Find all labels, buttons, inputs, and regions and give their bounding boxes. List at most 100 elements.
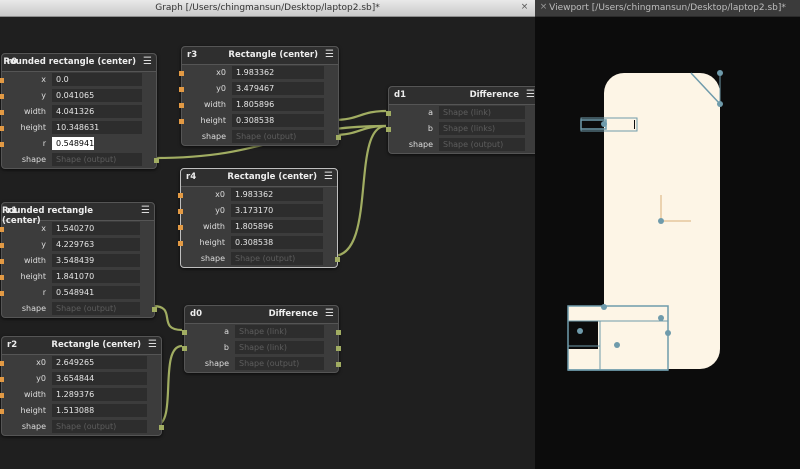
- output-port[interactable]: [336, 362, 341, 367]
- input-port[interactable]: [178, 241, 183, 246]
- input-port[interactable]: [0, 275, 4, 280]
- node-r1[interactable]: r1 Rounded rectangle (center) ☰ x 1.54027…: [0, 202, 157, 318]
- param-value-field[interactable]: 0.548941: [52, 286, 140, 299]
- input-port[interactable]: [0, 393, 4, 398]
- node-r4[interactable]: r4 Rectangle (center) ☰ x0 1.983362 y0 3.1…: [178, 168, 340, 268]
- param-label: x0: [216, 68, 226, 77]
- input-port[interactable]: [179, 119, 184, 124]
- input-port[interactable]: [179, 71, 184, 76]
- param-value-field[interactable]: 3.479467: [232, 82, 324, 95]
- param-value-field[interactable]: 0.041065: [52, 89, 142, 102]
- node-r3[interactable]: r3 Rectangle (center) ☰ x0 1.983362 y0 3.4…: [179, 46, 341, 146]
- input-port[interactable]: [0, 243, 4, 248]
- param-value-field[interactable]: 1.805896: [232, 98, 324, 111]
- resize-handle[interactable]: [658, 315, 664, 321]
- input-port[interactable]: [0, 78, 4, 83]
- position-handle[interactable]: [577, 328, 583, 334]
- input-port[interactable]: [178, 225, 183, 230]
- close-icon[interactable]: ×: [539, 3, 548, 12]
- input-port[interactable]: [0, 377, 4, 382]
- param-row-r: r 0.548941: [0, 136, 156, 152]
- menu-icon[interactable]: ☰: [147, 339, 158, 351]
- input-port[interactable]: [0, 142, 4, 147]
- param-label: r: [42, 288, 46, 297]
- output-port[interactable]: [336, 346, 341, 351]
- node-type: Rectangle (center): [228, 50, 318, 60]
- input-port[interactable]: [386, 111, 391, 116]
- param-value-field[interactable]: 3.654844: [52, 372, 147, 385]
- param-value-field[interactable]: 2.649265: [52, 356, 147, 369]
- input-port[interactable]: [178, 193, 183, 198]
- node-r0[interactable]: r0 Rounded rectangle (center) ☰ x 0.0 y 0.…: [0, 53, 159, 169]
- param-value-field[interactable]: 1.289376: [52, 388, 147, 401]
- node-header[interactable]: d1 Difference ☰: [389, 87, 535, 105]
- viewport-canvas[interactable]: [535, 16, 800, 469]
- resize-handle[interactable]: [601, 304, 607, 310]
- output-port[interactable]: [152, 307, 157, 312]
- param-value-field[interactable]: 1.983362: [231, 188, 323, 201]
- param-value-field[interactable]: 1.805896: [231, 220, 323, 233]
- input-port[interactable]: [0, 409, 4, 414]
- resize-handle[interactable]: [717, 101, 723, 107]
- node-header[interactable]: r2 Rectangle (center) ☰: [2, 337, 161, 355]
- output-port[interactable]: [336, 135, 341, 140]
- param-value-field[interactable]: 3.548439: [52, 254, 140, 267]
- menu-icon[interactable]: ☰: [323, 171, 334, 183]
- output-field: Shape (output): [52, 153, 142, 166]
- output-port[interactable]: [159, 425, 164, 430]
- param-value-field[interactable]: 4.041326: [52, 105, 142, 118]
- node-header[interactable]: r3 Rectangle (center) ☰: [182, 47, 338, 65]
- center-handle[interactable]: [614, 342, 620, 348]
- param-value-field[interactable]: 3.173170: [231, 204, 323, 217]
- output-port[interactable]: [335, 257, 340, 262]
- menu-icon[interactable]: ☰: [140, 205, 151, 217]
- center-handle[interactable]: [658, 218, 664, 224]
- param-value-field[interactable]: 1.513088: [52, 404, 147, 417]
- param-value-field[interactable]: 0.0: [52, 73, 142, 86]
- menu-icon[interactable]: ☰: [324, 49, 335, 61]
- node-d0[interactable]: d0 Difference ☰ a Shape (link) b Shape (li…: [182, 305, 341, 373]
- param-value-field[interactable]: 1.841070: [52, 270, 140, 283]
- param-row-height: height 0.308538: [179, 113, 338, 129]
- viewport-panel[interactable]: × Viewport [/Users/chingmansun/Desktop/l…: [535, 0, 800, 469]
- output-field: Shape (output): [235, 357, 324, 370]
- input-port[interactable]: [0, 259, 4, 264]
- input-port[interactable]: [0, 227, 4, 232]
- menu-icon[interactable]: ☰: [142, 56, 153, 68]
- param-row-y: y 4.229763: [0, 237, 154, 253]
- output-port[interactable]: [336, 330, 341, 335]
- node-d1[interactable]: d1 Difference ☰ a Shape (link) b Shape (li…: [386, 86, 535, 154]
- graph-panel[interactable]: Graph [/Users/chingmansun/Desktop/laptop…: [0, 0, 535, 469]
- param-value-field[interactable]: 10.348631: [52, 121, 142, 134]
- param-value-field[interactable]: 1.540270: [52, 222, 140, 235]
- param-value-field[interactable]: 0.308538: [231, 236, 323, 249]
- input-port[interactable]: [0, 94, 4, 99]
- resize-handle[interactable]: [665, 330, 671, 336]
- menu-icon[interactable]: ☰: [525, 89, 535, 101]
- param-value-field[interactable]: 0.308538: [232, 114, 324, 127]
- param-value-field-editing[interactable]: 0.548941: [52, 137, 94, 150]
- position-handle[interactable]: [601, 121, 607, 127]
- param-row-shape: shape Shape (output): [2, 301, 157, 317]
- resize-handle[interactable]: [717, 70, 723, 76]
- input-port[interactable]: [0, 126, 4, 131]
- node-r2[interactable]: r2 Rectangle (center) ☰ x0 2.649265 y0 3.6…: [0, 336, 164, 436]
- node-header[interactable]: d0 Difference ☰: [185, 306, 338, 324]
- param-value-field[interactable]: 4.229763: [52, 238, 140, 251]
- input-port[interactable]: [178, 209, 183, 214]
- input-port[interactable]: [386, 127, 391, 132]
- input-port[interactable]: [0, 110, 4, 115]
- node-header[interactable]: r4 Rectangle (center) ☰: [181, 169, 337, 187]
- input-port[interactable]: [182, 330, 187, 335]
- input-port[interactable]: [179, 87, 184, 92]
- param-value-field[interactable]: 1.983362: [232, 66, 324, 79]
- input-port[interactable]: [179, 103, 184, 108]
- node-header[interactable]: r0 Rounded rectangle (center) ☰: [2, 54, 156, 72]
- menu-icon[interactable]: ☰: [324, 308, 335, 320]
- slot-edge: [604, 120, 634, 129]
- input-port[interactable]: [182, 346, 187, 351]
- input-port[interactable]: [0, 291, 4, 296]
- output-port[interactable]: [154, 158, 159, 163]
- node-header[interactable]: r1 Rounded rectangle (center) ☰: [2, 203, 154, 226]
- input-port[interactable]: [0, 361, 4, 366]
